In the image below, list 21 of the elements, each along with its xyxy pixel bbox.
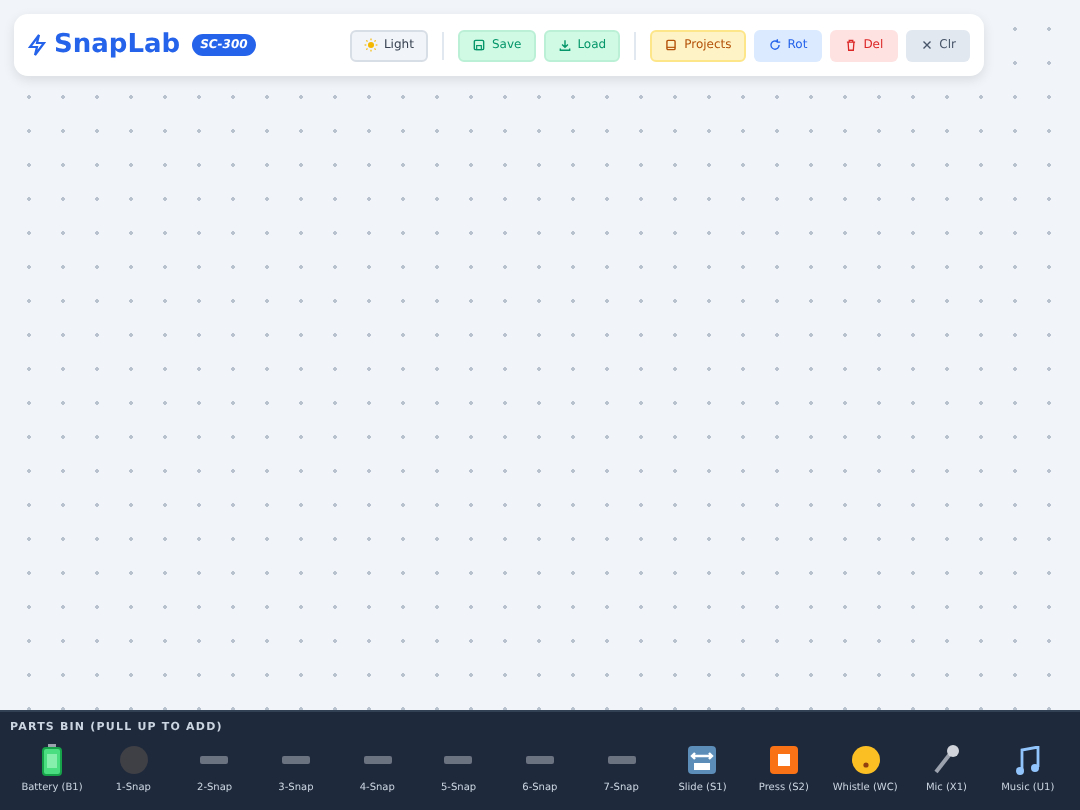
wire-icon <box>444 756 473 764</box>
download-icon <box>557 38 572 52</box>
music-note-icon <box>1015 745 1040 775</box>
battery-icon <box>42 744 62 776</box>
close-icon <box>919 38 934 52</box>
microphone-icon <box>932 744 961 776</box>
snap-button-icon <box>119 746 148 774</box>
trash-icon <box>843 38 858 52</box>
wire-icon <box>607 756 636 764</box>
wire-icon <box>200 756 229 764</box>
rotate-icon <box>767 38 782 52</box>
whistling-face-icon <box>851 746 880 774</box>
book-icon <box>664 38 679 52</box>
sun-icon <box>363 38 378 52</box>
app-title: SnapLab <box>54 30 181 60</box>
wire-icon <box>281 756 310 764</box>
wire-icon <box>525 756 554 764</box>
wire-icon <box>363 756 392 764</box>
push-button-icon <box>769 746 798 774</box>
slide-switch-icon <box>688 746 717 774</box>
lightning-icon <box>28 34 46 56</box>
